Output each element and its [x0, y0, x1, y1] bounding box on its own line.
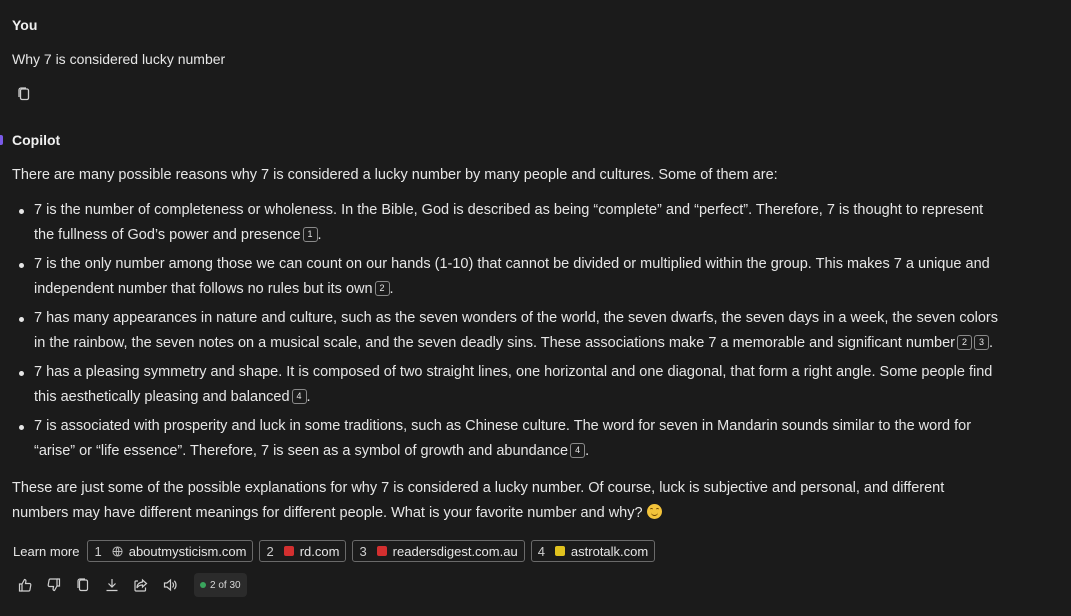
learn-more-label: Learn more [13, 543, 80, 559]
list-item: 7 is the only number among those we can … [12, 252, 1002, 302]
citation-link[interactable]: 4 [291, 389, 307, 404]
astrotalk-logo-icon [554, 546, 565, 556]
speaker-volume-icon[interactable] [161, 576, 179, 594]
response-toolbar: 2 of 30 [16, 572, 247, 598]
globe-icon [112, 545, 123, 557]
citation-link[interactable]: 2 [957, 335, 973, 350]
source-number: 4 [537, 543, 545, 559]
source-link-aboutmysticism[interactable]: 1 aboutmysticism.com [87, 540, 254, 562]
response-intro: There are many possible reasons why 7 is… [12, 167, 778, 183]
source-link-astrotalk[interactable]: 4 astrotalk.com [530, 540, 656, 562]
user-message: Why 7 is considered lucky number [12, 51, 226, 67]
list-item: 7 has a pleasing symmetry and shape. It … [12, 360, 1002, 410]
response-counter: 2 of 30 [194, 573, 247, 597]
list-item: 7 has many appearances in nature and cul… [12, 306, 1002, 356]
source-number: 3 [359, 543, 367, 559]
source-domain: astrotalk.com [570, 543, 649, 559]
learn-more-row: Learn more 1 aboutmysticism.com 2 rd.com… [13, 540, 656, 562]
citation-link[interactable]: 4 [570, 443, 586, 458]
user-name: You [12, 17, 38, 33]
rd-logo-icon [376, 546, 387, 556]
list-item: 7 is associated with prosperity and luck… [12, 414, 1002, 464]
copilot-name: Copilot [12, 132, 61, 148]
source-link-readersdigest[interactable]: 3 readersdigest.com.au [352, 540, 525, 562]
source-domain: readersdigest.com.au [392, 543, 518, 559]
response-outro: These are just some of the possible expl… [12, 480, 945, 521]
citation-link[interactable]: 2 [374, 281, 390, 296]
thumbs-down-icon[interactable] [45, 576, 63, 594]
thumbs-up-icon[interactable] [16, 576, 34, 594]
citation-link[interactable]: 1 [302, 227, 318, 242]
status-dot [200, 582, 206, 588]
list-item: 7 is the number of completeness or whole… [12, 198, 1002, 248]
citation-link[interactable]: 3 [974, 335, 990, 350]
speaker-accent-bar [0, 135, 3, 145]
source-number: 2 [266, 543, 274, 559]
response-bullet-list: 7 is the number of completeness or whole… [12, 198, 1002, 468]
source-domain: rd.com [299, 543, 340, 559]
download-icon[interactable] [103, 576, 121, 594]
source-domain: aboutmysticism.com [128, 543, 247, 559]
share-icon[interactable] [132, 576, 150, 594]
source-link-rd[interactable]: 2 rd.com [259, 540, 347, 562]
copy-icon[interactable] [74, 576, 92, 594]
copy-icon[interactable] [16, 86, 36, 106]
smiling-face-emoji-icon [646, 504, 662, 519]
rd-logo-icon [283, 546, 294, 556]
response-counter-text: 2 of 30 [210, 579, 241, 591]
source-number: 1 [94, 543, 102, 559]
